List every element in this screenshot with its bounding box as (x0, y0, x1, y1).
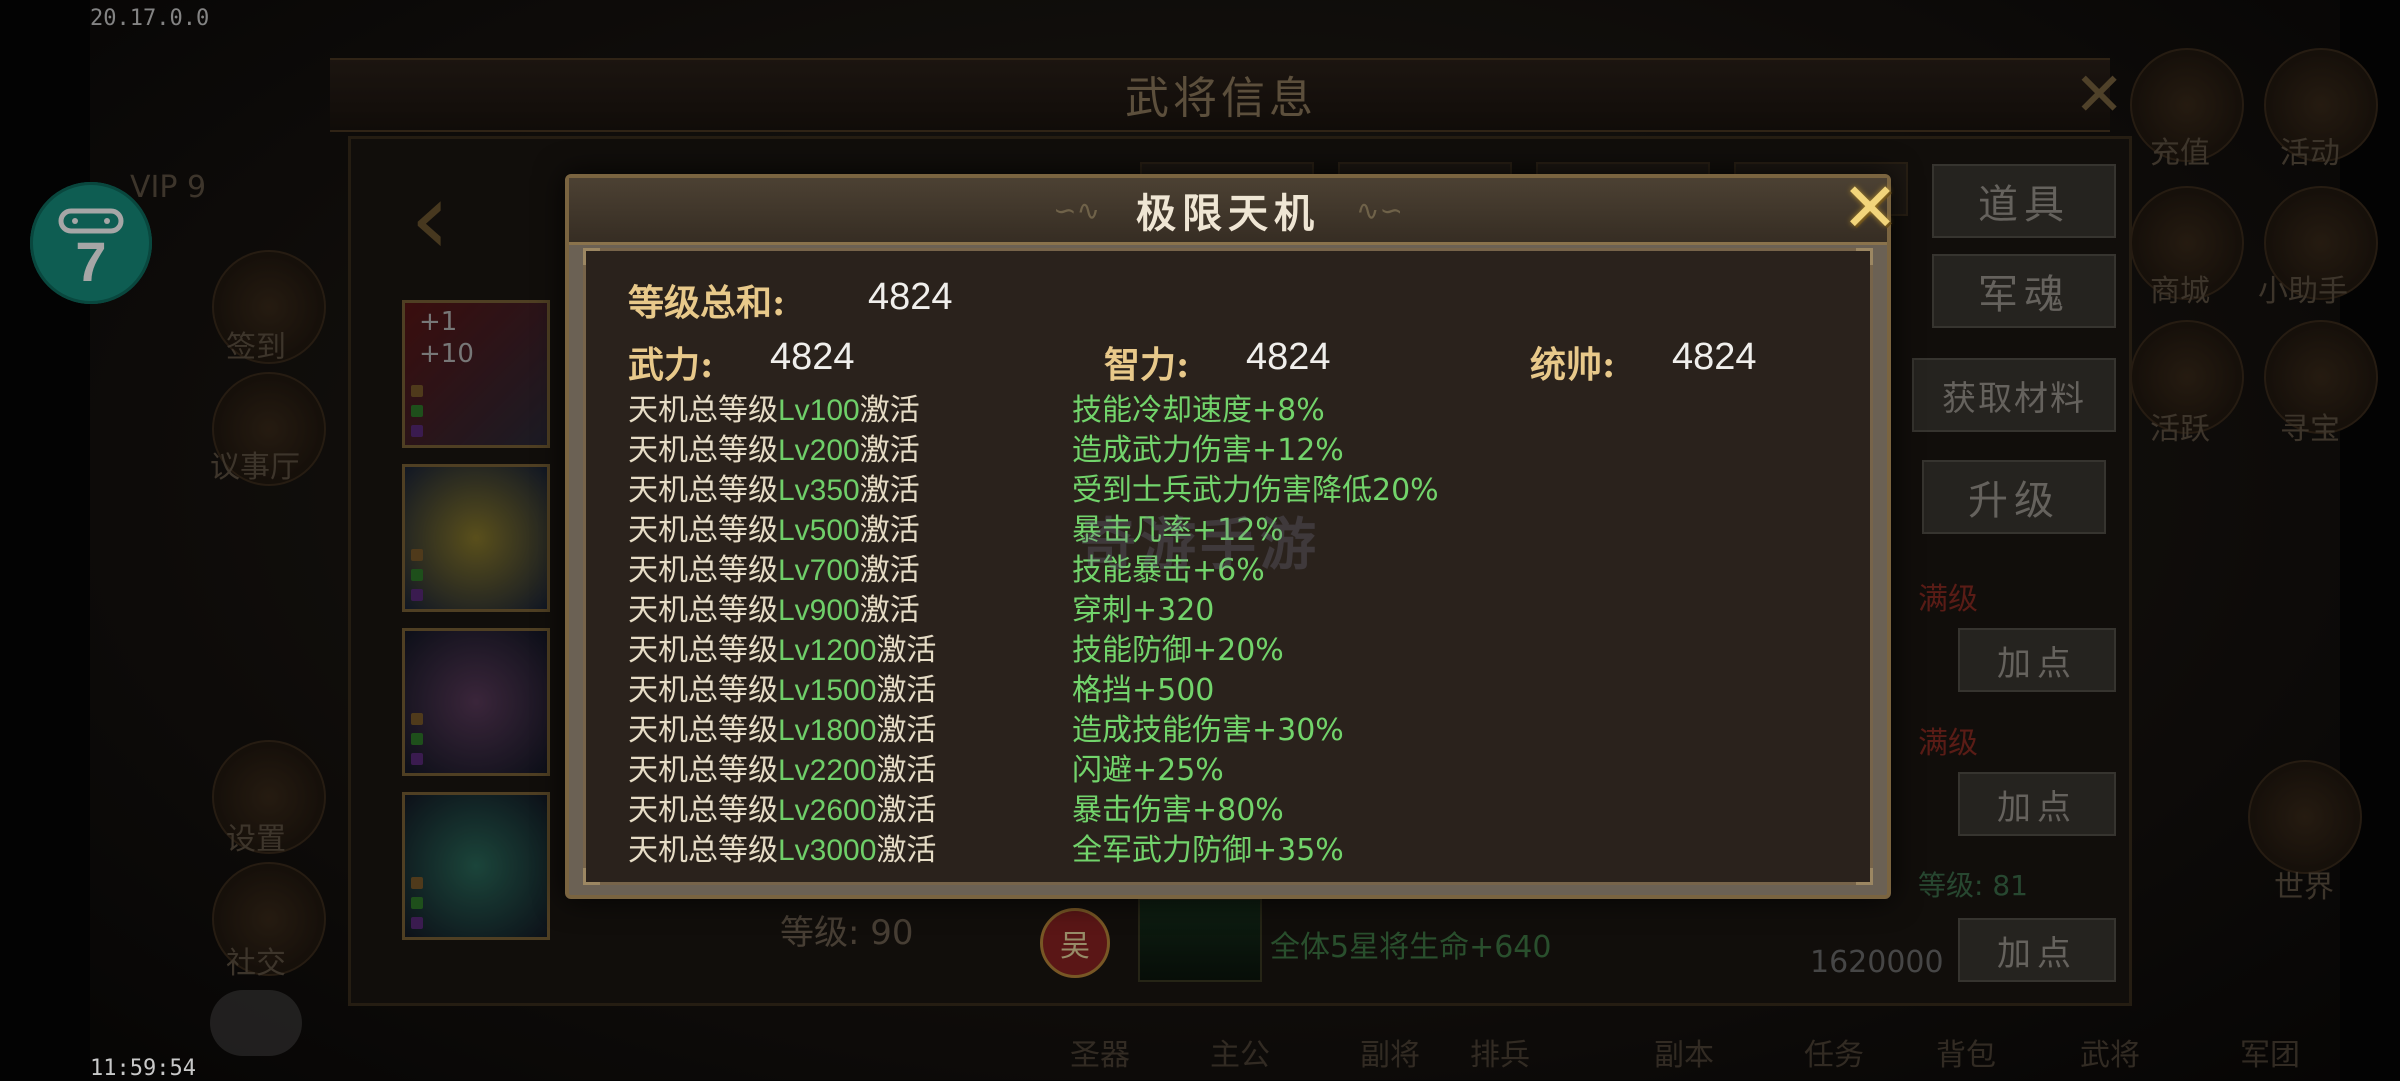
force-label: 武力: (628, 344, 714, 386)
activation-condition: 天机总等级Lv700激活 (628, 552, 920, 590)
activation-effect: 造成武力伤害+12% (1072, 433, 1344, 468)
condition-prefix: 天机总等级 (628, 513, 778, 548)
condition-level: Lv200 (778, 434, 860, 467)
activation-condition: 天机总等级Lv900激活 (628, 592, 920, 630)
close-icon[interactable]: ✕ (1835, 174, 1905, 244)
condition-prefix: 天机总等级 (628, 673, 778, 708)
condition-prefix: 天机总等级 (628, 393, 778, 428)
dialog-header: ∽∿ 极限天机 ∿∽ (569, 178, 1887, 245)
condition-suffix: 激活 (859, 513, 920, 548)
activation-condition: 天机总等级Lv2200激活 (628, 752, 936, 790)
condition-prefix: 天机总等级 (628, 473, 778, 508)
condition-prefix: 天机总等级 (628, 593, 778, 628)
condition-level: Lv500 (778, 514, 860, 547)
condition-prefix: 天机总等级 (628, 553, 778, 588)
activation-condition: 天机总等级Lv500激活 (628, 512, 920, 550)
watermark-text: 奇游手游 (1080, 513, 1320, 578)
condition-level: Lv1200 (778, 634, 877, 667)
clock-text: 11:59:54 (90, 1056, 196, 1081)
total-level-label: 等级总和: (628, 282, 786, 324)
condition-suffix: 激活 (876, 753, 937, 788)
condition-prefix: 天机总等级 (628, 753, 778, 788)
condition-level: Lv900 (778, 594, 860, 627)
activation-condition: 天机总等级Lv3000激活 (628, 832, 936, 870)
activation-effect: 全军武力防御+35% (1072, 833, 1344, 868)
condition-suffix: 激活 (876, 713, 937, 748)
frame-corner (583, 868, 600, 885)
activation-effect: 闪避+25% (1072, 753, 1224, 788)
activation-condition: 天机总等级Lv1500激活 (628, 672, 936, 710)
condition-prefix: 天机总等级 (628, 833, 778, 868)
intelligence-value: 4824 (1246, 336, 1331, 378)
activation-effect: 格挡+500 (1072, 673, 1215, 708)
condition-level: Lv3000 (778, 834, 877, 867)
cloud-ornament-icon: ∽∿ (1053, 193, 1100, 227)
condition-suffix: 激活 (859, 433, 920, 468)
intelligence-label: 智力: (1104, 344, 1190, 386)
command-label: 统帅: (1530, 344, 1616, 386)
activation-effect: 暴击伤害+80% (1072, 793, 1284, 828)
activation-condition: 天机总等级Lv200激活 (628, 432, 920, 470)
condition-prefix: 天机总等级 (628, 633, 778, 668)
frame-corner (1856, 868, 1873, 885)
condition-suffix: 激活 (876, 793, 937, 828)
activation-effect: 穿刺+320 (1072, 593, 1215, 628)
condition-suffix: 激活 (859, 473, 920, 508)
activation-condition: 天机总等级Lv1200激活 (628, 632, 936, 670)
condition-suffix: 激活 (859, 593, 920, 628)
frame-corner (583, 248, 600, 265)
condition-suffix: 激活 (876, 673, 937, 708)
condition-suffix: 激活 (859, 553, 920, 588)
command-value: 4824 (1672, 336, 1757, 378)
condition-level: Lv1800 (778, 714, 877, 747)
total-level-value: 4824 (868, 276, 953, 318)
activation-condition: 天机总等级Lv2600激活 (628, 792, 936, 830)
force-value: 4824 (770, 336, 855, 378)
condition-suffix: 激活 (876, 833, 937, 868)
condition-level: Lv100 (778, 394, 860, 427)
frame-corner (1856, 248, 1873, 265)
condition-level: Lv2200 (778, 754, 877, 787)
condition-prefix: 天机总等级 (628, 433, 778, 468)
condition-suffix: 激活 (859, 393, 920, 428)
activation-effect: 造成技能伤害+30% (1072, 713, 1344, 748)
dialog-title: 极限天机 (1136, 190, 1320, 237)
activation-effect: 技能防御+20% (1072, 633, 1284, 668)
condition-suffix: 激活 (876, 633, 937, 668)
condition-level: Lv2600 (778, 794, 877, 827)
condition-level: Lv1500 (778, 674, 877, 707)
condition-level: Lv700 (778, 554, 860, 587)
condition-prefix: 天机总等级 (628, 713, 778, 748)
activation-condition: 天机总等级Lv100激活 (628, 392, 920, 430)
activation-condition: 天机总等级Lv1800激活 (628, 712, 936, 750)
activation-effect: 技能冷却速度+8% (1072, 393, 1325, 428)
condition-prefix: 天机总等级 (628, 793, 778, 828)
activation-condition: 天机总等级Lv350激活 (628, 472, 920, 510)
condition-level: Lv350 (778, 474, 860, 507)
cloud-ornament-icon: ∿∽ (1356, 193, 1403, 227)
